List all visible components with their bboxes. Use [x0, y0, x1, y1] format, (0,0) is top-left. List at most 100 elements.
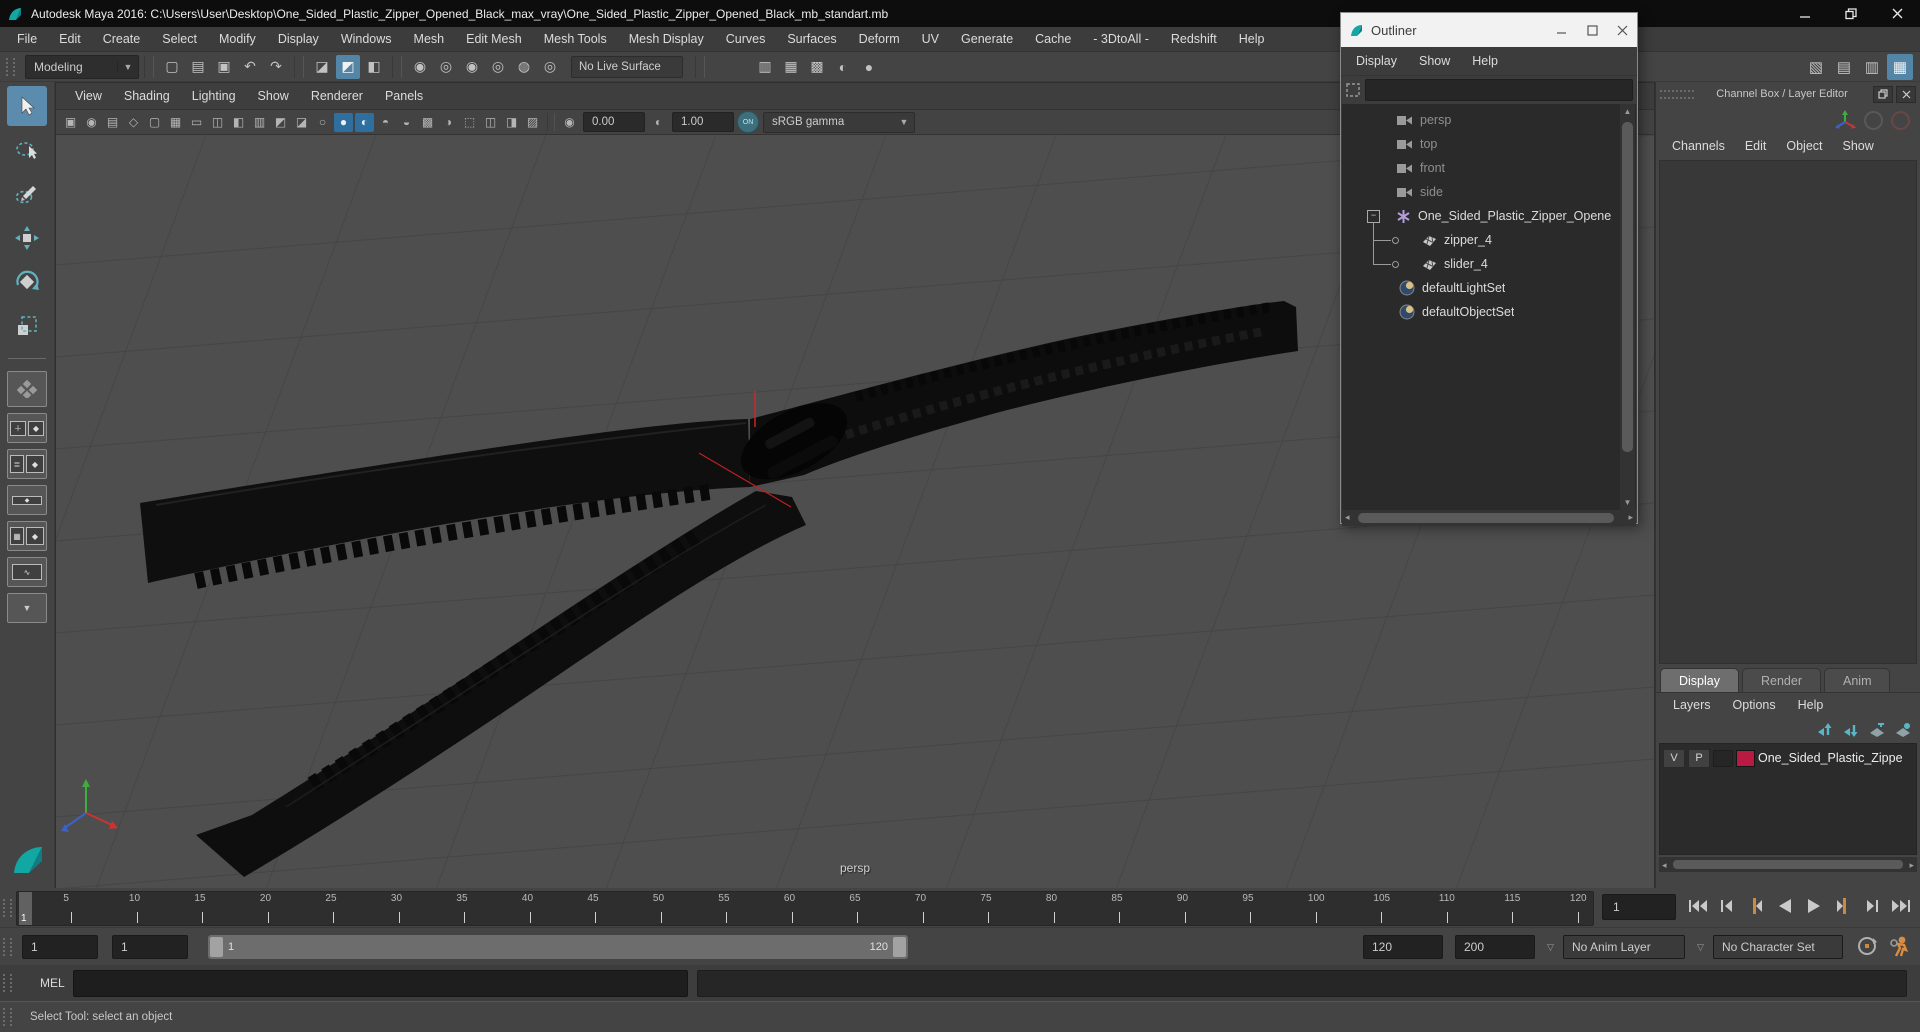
outliner-item-side[interactable]: side: [1342, 180, 1620, 204]
motion-blur-icon[interactable]: ◑: [439, 113, 458, 132]
pane-paste-icon[interactable]: ◨: [502, 113, 521, 132]
menu-item[interactable]: File: [6, 27, 48, 52]
menu-item[interactable]: - 3DtoAll -: [1082, 27, 1160, 52]
outliner-hscrollbar[interactable]: ◂ ▸: [1342, 510, 1636, 526]
scroll-left-icon[interactable]: ◂: [1662, 860, 1667, 871]
time-tick[interactable]: 95: [1242, 892, 1254, 925]
panel-menu-item[interactable]: View: [64, 83, 113, 109]
dim-toggle-icon[interactable]: [1864, 110, 1883, 130]
select-camera-icon[interactable]: ▣: [61, 113, 80, 132]
time-tick[interactable]: 50: [653, 892, 664, 925]
menu-set-dropdown[interactable]: Modeling ▼: [25, 54, 139, 79]
outliner-item-zipper4[interactable]: zipper_4: [1342, 228, 1620, 252]
new-empty-layer-icon[interactable]: [1869, 723, 1886, 737]
panel-menu-item[interactable]: Lighting: [181, 83, 247, 109]
animation-start-field[interactable]: 1: [22, 935, 98, 959]
command-language-label[interactable]: MEL: [40, 976, 65, 990]
render-view-icon[interactable]: ▥: [753, 55, 777, 79]
time-tick[interactable]: 75: [980, 892, 992, 925]
tool-settings-icon[interactable]: ▥: [1859, 54, 1885, 80]
menu-item[interactable]: Edit: [48, 27, 92, 52]
go-to-end-button[interactable]: [1887, 893, 1914, 919]
playback-end-field[interactable]: 120: [1363, 935, 1443, 959]
time-tick[interactable]: 80: [1046, 892, 1057, 925]
grip-handle[interactable]: [6, 57, 15, 76]
channel-box-content[interactable]: [1659, 160, 1917, 664]
grip-handle[interactable]: [3, 1008, 12, 1026]
modeling-toolkit-icon[interactable]: ▧: [1803, 54, 1829, 80]
smooth-shade-icon[interactable]: ●: [334, 112, 353, 132]
scroll-left-icon[interactable]: ◂: [1345, 512, 1350, 523]
time-ruler[interactable]: 1 5 10 15 20 25 30 35 40 45 50 55 60 65 70 75 80 85 90 95 1…: [16, 891, 1594, 926]
time-tick[interactable]: 105: [1373, 892, 1390, 925]
redo-icon[interactable]: ↷: [264, 55, 288, 79]
anim-layer-field[interactable]: No Anim Layer: [1563, 935, 1685, 959]
snap-point-icon[interactable]: ◉: [460, 55, 484, 79]
time-tick[interactable]: 55: [718, 892, 730, 925]
wireframe-icon[interactable]: ○: [313, 113, 332, 132]
grip-handle[interactable]: [3, 898, 12, 917]
channel-box-menu-item[interactable]: Show: [1833, 134, 1884, 159]
maximize-icon[interactable]: [1577, 13, 1607, 47]
outliner-title-bar[interactable]: Outliner: [1341, 13, 1637, 47]
current-frame-field[interactable]: 1: [1602, 894, 1676, 920]
menu-item[interactable]: Deform: [848, 27, 911, 52]
layer-color-swatch[interactable]: [1736, 749, 1755, 767]
animation-end-field[interactable]: 200: [1455, 935, 1535, 959]
outliner-menu-item[interactable]: Display: [1345, 49, 1408, 74]
snap-view-icon[interactable]: ◎: [538, 55, 562, 79]
exposure-icon[interactable]: ◉: [560, 113, 579, 132]
time-tick[interactable]: 20: [260, 892, 271, 925]
make-live-icon[interactable]: ◍: [512, 55, 536, 79]
layout-four-view[interactable]: ＋ ◆: [7, 413, 47, 443]
channel-box-menu-item[interactable]: Edit: [1735, 134, 1777, 159]
outliner-item-defaultlightset[interactable]: defaultLightSet: [1342, 276, 1620, 300]
time-tick[interactable]: 60: [784, 892, 795, 925]
time-tick[interactable]: 40: [522, 892, 533, 925]
playback-range-bar[interactable]: 1 120: [208, 935, 908, 959]
time-tick[interactable]: 115: [1504, 892, 1520, 925]
menu-item[interactable]: Display: [267, 27, 330, 52]
time-tick[interactable]: 10: [129, 892, 140, 925]
menu-item[interactable]: Edit Mesh: [455, 27, 533, 52]
move-tool[interactable]: [7, 218, 47, 258]
select-object-icon[interactable]: ◩: [336, 54, 360, 79]
outliner-vscrollbar[interactable]: ▲ ▼: [1620, 104, 1635, 510]
play-backwards-button[interactable]: [1771, 893, 1798, 919]
image-plane-icon[interactable]: ▢: [145, 113, 164, 132]
step-forward-frame-button[interactable]: [1829, 893, 1856, 919]
current-frame-marker[interactable]: 1: [19, 892, 32, 925]
close-icon[interactable]: [1607, 13, 1637, 47]
layer-visibility-toggle[interactable]: V: [1663, 748, 1685, 768]
range-end-handle[interactable]: [893, 937, 906, 957]
new-scene-icon[interactable]: ▢: [160, 55, 184, 79]
menu-item[interactable]: Create: [92, 27, 152, 52]
scroll-right-icon[interactable]: ▸: [1909, 860, 1914, 871]
attribute-editor-icon[interactable]: ▤: [1831, 54, 1857, 80]
menu-item[interactable]: Mesh Tools: [533, 27, 618, 52]
channel-box-menu-item[interactable]: Object: [1776, 134, 1832, 159]
minimize-button[interactable]: [1782, 0, 1828, 27]
time-tick[interactable]: 65: [849, 892, 861, 925]
render-frame-icon[interactable]: ▦: [779, 55, 803, 79]
outliner-item-defaultobjectset[interactable]: defaultObjectSet: [1342, 300, 1620, 324]
panel-menu-item[interactable]: Shading: [113, 83, 181, 109]
bookmark-icon[interactable]: ◇: [124, 113, 143, 132]
layout-hypershade-persp[interactable]: ▦ ◆: [7, 521, 47, 551]
chevron-down-icon[interactable]: ▽: [1697, 942, 1704, 953]
color-management-toggle[interactable]: ON: [737, 111, 759, 133]
layout-persp-graph[interactable]: ◆: [7, 485, 47, 515]
layout-single-pane[interactable]: [7, 371, 47, 407]
safe-action-icon[interactable]: ◩: [271, 113, 290, 132]
time-tick[interactable]: 30: [391, 892, 402, 925]
occlusion-icon[interactable]: ▩: [418, 113, 437, 132]
camera-attributes-icon[interactable]: ▤: [103, 113, 122, 132]
lock-camera-icon[interactable]: ◉: [82, 113, 101, 132]
scrollbar-thumb[interactable]: [1358, 513, 1614, 523]
toolbar-separator[interactable]: [392, 55, 402, 78]
time-tick[interactable]: 35: [456, 892, 468, 925]
live-surface-field[interactable]: No Live Surface: [571, 55, 683, 78]
time-tick[interactable]: 15: [194, 892, 206, 925]
menu-item[interactable]: Select: [151, 27, 208, 52]
filter-icon[interactable]: [1345, 82, 1361, 98]
